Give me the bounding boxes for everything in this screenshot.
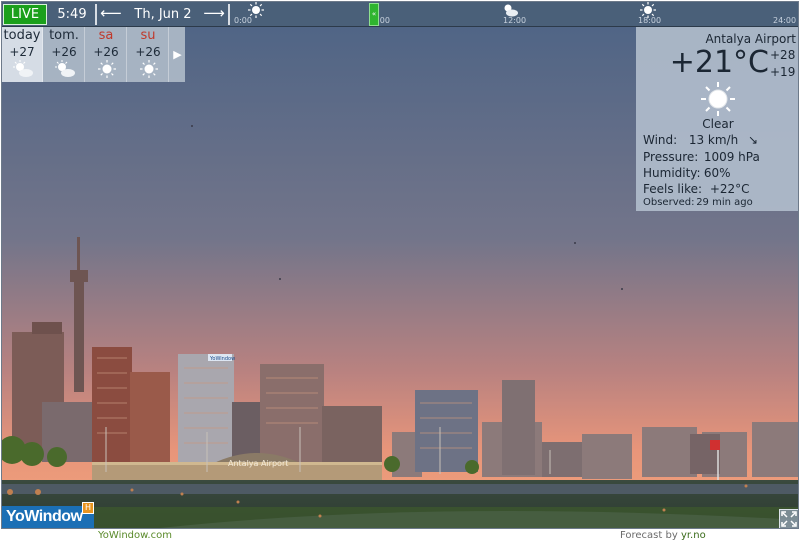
time-slider-handle[interactable]: « (369, 3, 379, 26)
humidity-label: Humidity: (643, 166, 701, 180)
sun-icon (248, 2, 264, 18)
observed-label: Observed: (643, 197, 695, 208)
pressure-row: Pressure: 1009 hPa (643, 150, 760, 164)
partly-cloudy-icon (13, 60, 33, 77)
wind-value: 13 km/h (688, 133, 739, 147)
sun-icon (98, 60, 116, 78)
current-time: 5:49 (57, 7, 87, 22)
forecast-strip: today +27 tom. +26 sa +26 su +26 ▶ (2, 27, 185, 82)
yowindow-site-link[interactable]: YoWindow.com (98, 530, 172, 541)
sun-icon (701, 82, 735, 116)
observed-row: Observed: 29 min ago (643, 197, 753, 208)
forecast-day-temp: +27 (9, 45, 35, 59)
live-button[interactable]: LIVE (3, 4, 47, 25)
logo-badge[interactable]: H (82, 502, 94, 514)
condition-description: Clear (702, 117, 734, 131)
wind-row: Wind: 13 km/h ↘ (643, 133, 758, 147)
temperature-high: +28 (770, 48, 796, 62)
forecast-day-temp: +26 (51, 45, 77, 59)
forecast-credit-prefix: Forecast by (620, 530, 681, 541)
pressure-label: Pressure: (643, 150, 699, 164)
forecast-day-tomorrow[interactable]: tom. +26 (44, 27, 85, 82)
runway-strip (2, 484, 798, 494)
top-bar: LIVE 5:49 ⟵ Th, Jun 2 ⟶ 0:00 6:00 12:00 … (2, 2, 798, 27)
fullscreen-button[interactable] (779, 509, 798, 528)
forecast-day-temp: +26 (93, 45, 119, 59)
sun-icon (640, 2, 656, 18)
forecast-day-name: today (3, 28, 41, 43)
temperature-low: +19 (770, 65, 796, 79)
sun-icon (140, 60, 158, 78)
forecast-day-name: su (140, 28, 156, 43)
humidity-value: 60% (703, 166, 731, 180)
separator (95, 4, 97, 25)
feels-like-row: Feels like: +22°C (643, 182, 750, 196)
forecast-credit: Forecast by yr.no (620, 530, 706, 541)
pressure-value: 1009 hPa (703, 150, 760, 164)
feels-like-value: +22°C (709, 182, 750, 196)
forecast-day-temp: +26 (135, 45, 161, 59)
prev-day-arrow-icon[interactable]: ⟵ (99, 4, 123, 25)
forecast-day-name: sa (98, 28, 114, 43)
forecast-day-name: tom. (49, 28, 79, 43)
date-label: Th, Jun 2 (134, 7, 192, 22)
forecast-day-today[interactable]: today +27 (2, 27, 43, 82)
airport-sign: Antalya Airport (228, 459, 288, 468)
partly-cloudy-icon (55, 60, 75, 77)
billboard-text: YoWindow (209, 356, 235, 362)
current-conditions-panel: Antalya Airport +21°C +28 +19 Clear Wind… (636, 27, 798, 211)
timeline-tick: 24:00 (773, 16, 797, 25)
wind-label: Wind: (643, 133, 678, 147)
yowindow-logo[interactable]: YoWindow (2, 506, 94, 528)
forecast-source-link[interactable]: yr.no (681, 530, 706, 541)
expand-icon (781, 511, 797, 527)
forecast-more-arrow-icon[interactable]: ▶ (170, 27, 185, 82)
forecast-day-saturday[interactable]: sa +26 (86, 27, 127, 82)
grass (2, 507, 798, 528)
current-temperature: +21°C (669, 45, 769, 80)
forecast-day-sunday[interactable]: su +26 (128, 27, 169, 82)
next-day-arrow-icon[interactable]: ⟶ (202, 4, 226, 25)
wind-direction-arrow-icon: ↘ (748, 133, 759, 147)
separator (228, 4, 230, 25)
time-slider[interactable]: 0:00 6:00 12:00 18:00 24:00 « (232, 2, 798, 27)
observed-value: 29 min ago (696, 197, 753, 208)
logo-text: YoWindow (6, 508, 83, 525)
weather-widget: YoWindow Antalya Airport LIVE 5:49 ⟵ Th,… (1, 1, 799, 529)
partly-cloudy-icon (504, 4, 518, 17)
humidity-row: Humidity: 60% (643, 166, 731, 180)
feels-like-label: Feels like: (643, 182, 703, 196)
